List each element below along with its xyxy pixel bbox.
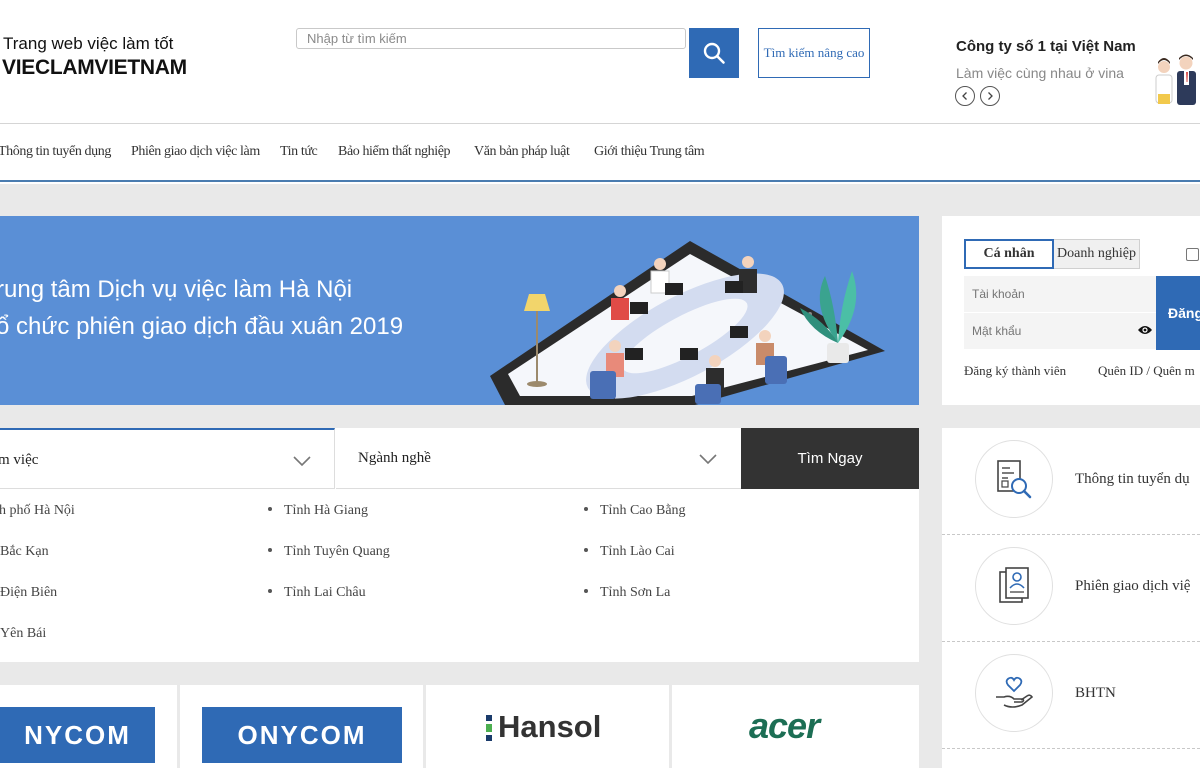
location-item[interactable]: Tỉnh Cao Bằng	[584, 503, 686, 519]
service-label: Phiên giao dịch việ	[1075, 578, 1191, 594]
site-header: Trang web việc làm tốt VIECLAMVIETNAM Tì…	[0, 0, 1200, 124]
location-item[interactable]: Tỉnh Lai Châu	[268, 585, 366, 601]
location-item[interactable]: Tỉnh Tuyên Quang	[268, 544, 390, 560]
promo-next-button[interactable]	[980, 86, 1000, 106]
location-item[interactable]: Tỉnh Hà Giang	[268, 503, 368, 519]
promo-subtitle: Làm việc cùng nhau ở vina	[956, 65, 1124, 81]
main-nav: Thông tin tuyển dụng Phiên giao dịch việ…	[0, 124, 1200, 182]
nav-item-recruitment[interactable]: Thông tin tuyển dụng	[0, 144, 111, 160]
site-tagline: Trang web việc làm tốt	[3, 34, 174, 53]
site-logo-text[interactable]: VIECLAMVIETNAM	[2, 56, 187, 80]
banner-headline-1: rung tâm Dịch vụ việc làm Hà Nội	[0, 276, 353, 303]
meeting-illustration	[490, 241, 885, 405]
nav-item-legal-documents[interactable]: Văn bản pháp luật	[474, 144, 570, 160]
service-recruitment[interactable]: Thông tin tuyển dụ	[942, 428, 1200, 535]
forgot-link[interactable]: Quên ID / Quên m	[1098, 363, 1195, 379]
chevron-left-icon	[962, 92, 967, 100]
partner-card[interactable]: ONYCOM	[180, 685, 423, 768]
partner-card[interactable]: Hansol	[426, 685, 669, 768]
hero-banner[interactable]	[0, 216, 919, 405]
partner-logo-onycom: ONYCOM	[202, 707, 402, 763]
register-link[interactable]: Đăng ký thành viên	[964, 363, 1066, 379]
eye-icon[interactable]	[1137, 324, 1153, 336]
promo-prev-button[interactable]	[955, 86, 975, 106]
service-job-fair[interactable]: Phiên giao dịch việ	[942, 535, 1200, 642]
partner-card[interactable]: NYCOM	[0, 685, 177, 768]
banner-headline-2: ổ chức phiên giao dịch đầu xuân 2019	[0, 313, 404, 340]
service-unemployment-insurance[interactable]: BHTN	[942, 642, 1200, 749]
partner-logo-acer: acer	[749, 705, 820, 746]
location-select[interactable]: m việc	[0, 428, 335, 489]
location-item[interactable]: Điện Biên	[0, 585, 57, 601]
nav-item-unemployment-insurance[interactable]: Bảo hiểm thất nghiệp	[338, 144, 451, 160]
location-item[interactable]: Bắc Kạn	[0, 544, 49, 560]
partner-logo-hansol: Hansol	[498, 709, 602, 744]
nav-item-job-fair[interactable]: Phiên giao dịch việc làm	[131, 144, 260, 160]
heart-hand-icon	[996, 676, 1034, 708]
location-select-label: m việc	[0, 452, 39, 468]
search-input[interactable]	[296, 28, 686, 49]
advanced-search-button[interactable]: Tìm kiếm nâng cao	[758, 28, 870, 78]
partner-logo-onycom: NYCOM	[0, 707, 155, 763]
search-icon	[703, 42, 725, 64]
profile-document-icon	[999, 567, 1029, 603]
chevron-down-icon	[699, 454, 717, 465]
industry-select[interactable]: Ngành nghề	[336, 428, 741, 489]
search-button[interactable]	[689, 28, 739, 78]
password-input[interactable]	[964, 313, 1156, 349]
tab-business[interactable]: Doanh nghiệp	[1054, 239, 1140, 269]
location-item[interactable]: Tỉnh Sơn La	[584, 585, 670, 601]
tab-personal[interactable]: Cá nhân	[964, 239, 1054, 269]
remember-checkbox[interactable]	[1186, 248, 1199, 261]
login-button[interactable]: Đăng	[1156, 276, 1200, 350]
location-item[interactable]: Tỉnh Lào Cai	[584, 544, 675, 560]
industry-select-label: Ngành nghề	[358, 450, 431, 466]
chevron-down-icon	[293, 456, 311, 467]
location-item[interactable]: h phố Hà Nội	[0, 503, 75, 519]
username-input[interactable]	[964, 276, 1156, 312]
promo-title: Công ty số 1 tại Việt Nam	[956, 38, 1136, 55]
nav-item-news[interactable]: Tin tức	[280, 144, 318, 160]
chevron-right-icon	[988, 92, 993, 100]
partner-card[interactable]: acer	[672, 685, 919, 768]
service-label: BHTN	[1075, 685, 1116, 701]
service-label: Thông tin tuyển dụ	[1075, 471, 1190, 487]
business-people-illustration	[1155, 54, 1196, 105]
document-search-icon	[997, 460, 1032, 499]
location-item[interactable]: Yên Bái	[0, 626, 46, 642]
nav-item-about-center[interactable]: Giới thiệu Trung tâm	[594, 144, 705, 160]
find-now-button[interactable]: Tìm Ngay	[741, 428, 919, 489]
